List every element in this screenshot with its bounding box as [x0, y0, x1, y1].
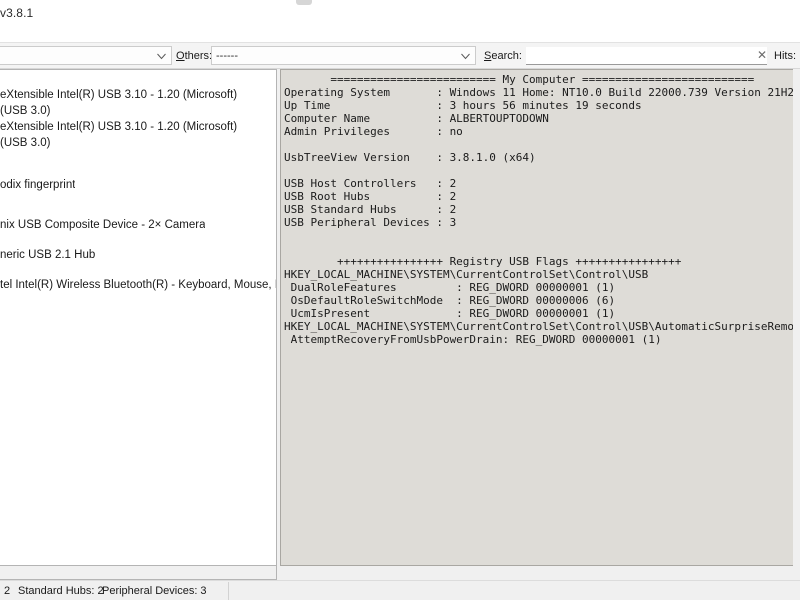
details-line: DualRoleFeatures : REG_DWORD 00000001 (1… — [284, 281, 616, 294]
status-cell: 2 — [4, 585, 11, 597]
close-x-icon[interactable]: ✕ — [757, 49, 767, 61]
device-details-pane[interactable]: ========================= My Computer ==… — [280, 69, 800, 566]
bottom-gutter — [277, 566, 800, 580]
tree-horizontal-scrollbar[interactable] — [0, 566, 277, 580]
details-line — [284, 242, 800, 255]
tree-item-label: (USB 3.0) — [0, 105, 51, 117]
details-line: USB Root Hubs : 2 — [284, 190, 457, 203]
tree-item[interactable]: eXtensible Intel(R) USB 3.10 - 1.20 (Mic… — [0, 119, 237, 135]
tree-item-label: odix fingerprint — [0, 179, 76, 191]
tree-item[interactable]: nix USB Composite Device - 2× Camera — [0, 217, 205, 233]
tree-item-label: nix USB Composite Device - 2× Camera — [0, 219, 206, 231]
chevron-down-icon — [461, 53, 470, 60]
tree-item-label: eXtensible Intel(R) USB 3.10 - 1.20 (Mic… — [0, 89, 238, 101]
toolbar: Others: ------ Search: ✕ Hits: — [0, 42, 800, 69]
others-value: ------ — [216, 50, 238, 62]
tree-item-label: tel Intel(R) Wireless Bluetooth(R) - Key… — [0, 279, 276, 291]
window-title: v3.8.1 — [0, 6, 34, 20]
details-line: USB Peripheral Devices : 3 — [284, 216, 457, 229]
search-label-rest: earch: — [491, 50, 522, 62]
others-combobox[interactable]: ------ — [211, 46, 476, 65]
tree-item-label: eXtensible Intel(R) USB 3.10 - 1.20 (Mic… — [0, 121, 238, 133]
device-details-text: ========================= My Computer ==… — [284, 73, 800, 565]
tree-item-label: (USB 3.0) — [0, 137, 51, 149]
menu-bar[interactable] — [0, 32, 800, 42]
tree-item[interactable]: eXtensible Intel(R) USB 3.10 - 1.20 (Mic… — [0, 87, 237, 103]
search-label: Search: — [484, 50, 522, 62]
usb-device-tree[interactable]: eXtensible Intel(R) USB 3.10 - 1.20 (Mic… — [0, 69, 277, 566]
tree-item[interactable]: tel Intel(R) Wireless Bluetooth(R) - Key… — [0, 277, 276, 293]
window-gripper — [296, 0, 312, 5]
details-line: Up Time : 3 hours 56 minutes 19 seconds — [284, 99, 642, 112]
status-cell: Standard Hubs: 2 — [18, 585, 104, 597]
details-line: OsDefaultRoleSwitchMode : REG_DWORD 0000… — [284, 294, 616, 307]
status-separator — [228, 582, 229, 600]
device-filter-combobox[interactable] — [0, 46, 172, 65]
tree-item[interactable]: (USB 3.0) — [0, 135, 51, 151]
others-accel-char: O — [176, 50, 185, 62]
title-bar: v3.8.1 — [0, 0, 800, 33]
status-bar: 2 Standard Hubs: 2 Peripheral Devices: 3 — [0, 580, 800, 600]
hits-label: Hits: — [774, 50, 796, 62]
tree-item[interactable]: (USB 3.0) — [0, 103, 51, 119]
tree-item-label: neric USB 2.1 Hub — [0, 249, 96, 261]
details-line — [284, 138, 800, 151]
tree-item[interactable]: odix fingerprint — [0, 177, 75, 193]
details-line: AttemptRecoveryFromUsbPowerDrain: REG_DW… — [284, 333, 662, 346]
details-line: Operating System : Windows 11 Home: NT10… — [284, 86, 800, 99]
chevron-down-icon — [157, 53, 166, 60]
others-label-rest: thers: — [184, 50, 213, 62]
details-line — [284, 164, 800, 177]
details-line: UcmIsPresent : REG_DWORD 00000001 (1) — [284, 307, 616, 320]
usbtreeview-window: v3.8.1 Others: ------ Search: ✕ Hits: eX… — [0, 0, 800, 600]
details-line: USB Standard Hubs : 2 — [284, 203, 457, 216]
others-label: Others: — [176, 50, 212, 62]
details-line: UsbTreeView Version : 3.8.1.0 (x64) — [284, 151, 536, 164]
search-input[interactable] — [526, 47, 767, 65]
tree-item[interactable]: neric USB 2.1 Hub — [0, 247, 95, 263]
details-line — [284, 229, 800, 242]
right-gutter — [793, 69, 800, 580]
details-line: Computer Name : ALBERTOUPTODOWN — [284, 112, 549, 125]
details-line: HKEY_LOCAL_MACHINE\SYSTEM\CurrentControl… — [284, 268, 649, 281]
details-line: Admin Privileges : no — [284, 125, 463, 138]
details-line: HKEY_LOCAL_MACHINE\SYSTEM\CurrentControl… — [284, 320, 800, 333]
status-cell: Peripheral Devices: 3 — [102, 585, 207, 597]
details-line: ========================= My Computer ==… — [284, 73, 755, 86]
details-line: ++++++++++++++++ Registry USB Flags ++++… — [284, 255, 682, 268]
details-line: USB Host Controllers : 2 — [284, 177, 457, 190]
